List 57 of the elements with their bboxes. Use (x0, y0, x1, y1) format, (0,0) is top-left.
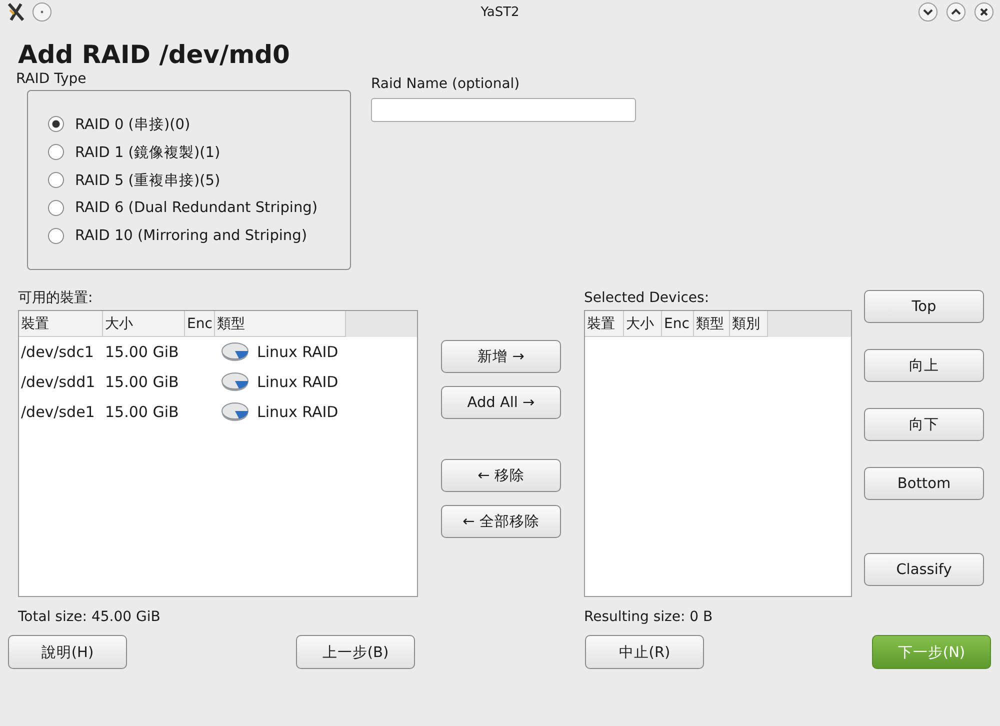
order-button[interactable]: 向上 (864, 349, 984, 382)
column-header[interactable]: Enc (662, 311, 694, 338)
move-button[interactable]: ← 移除 (441, 459, 561, 492)
radio-button[interactable] (48, 172, 64, 188)
list-label: 可用的裝置: (18, 289, 94, 308)
column-header[interactable]: 類別 (730, 311, 768, 338)
footer-button[interactable]: 中止(R) (585, 635, 704, 669)
table-cell-text: 15.00 GiB (104, 403, 180, 422)
column-header[interactable]: 大小 (103, 311, 185, 338)
table-cell: Linux RAID (257, 403, 338, 422)
table-cell-text: 15.00 GiB (104, 373, 180, 392)
radio-label[interactable]: RAID 0 (串接)(0) (75, 114, 190, 134)
radio-button[interactable] (48, 200, 64, 216)
disk-icon (221, 372, 249, 392)
footer-button[interactable]: 上一步(B) (296, 635, 415, 669)
radio-button[interactable] (48, 144, 64, 160)
column-header[interactable]: 類型 (215, 311, 346, 338)
total-size-label: Total size: 45.00 GiB (18, 608, 162, 627)
order-button[interactable]: Classify (864, 553, 984, 586)
table-cell-text: /dev/sde1 (20, 403, 96, 422)
resulting-size-label: Resulting size: 0 B (584, 608, 714, 627)
column-header[interactable]: 大小 (624, 311, 662, 338)
move-button[interactable]: ← 全部移除 (441, 505, 561, 538)
group-label: RAID Type (16, 70, 88, 88)
list-label: Selected Devices: (584, 289, 710, 308)
table-cell-text: /dev/sdd1 (20, 373, 96, 392)
raid-name-field[interactable] (371, 98, 636, 122)
table-cell-text: /dev/sdc1 (20, 343, 95, 362)
radio-button[interactable] (48, 116, 64, 132)
radio-label[interactable]: RAID 5 (重複串接)(5) (75, 170, 220, 190)
order-button[interactable]: Top (864, 290, 984, 323)
radio-button[interactable] (48, 228, 64, 244)
radio-label[interactable]: RAID 10 (Mirroring and Striping) (75, 228, 307, 244)
app-logo-icon (6, 2, 26, 22)
column-header[interactable]: 類型 (694, 311, 730, 338)
order-button[interactable]: Bottom (864, 467, 984, 500)
table-cell-text: 15.00 GiB (104, 343, 180, 362)
minimize-icon[interactable] (918, 2, 938, 22)
column-header[interactable]: 裝置 (585, 311, 624, 338)
maximize-icon[interactable] (946, 2, 966, 22)
table-cell: Linux RAID (257, 343, 338, 362)
disk-icon (221, 402, 249, 422)
move-button[interactable]: Add All → (441, 386, 561, 419)
pin-icon[interactable] (32, 2, 52, 22)
disk-icon (221, 342, 249, 362)
page-heading: Add RAID /dev/md0 (18, 40, 291, 70)
order-button[interactable]: 向下 (864, 408, 984, 441)
field-label: Raid Name (optional) (371, 75, 521, 93)
window-title: YaST2 (480, 4, 520, 20)
column-header[interactable]: Enc (185, 311, 215, 338)
radio-label[interactable]: RAID 1 (鏡像複製)(1) (75, 142, 220, 162)
close-icon[interactable] (974, 2, 994, 22)
column-header[interactable]: 裝置 (19, 311, 103, 338)
radio-label[interactable]: RAID 6 (Dual Redundant Striping) (75, 200, 318, 216)
footer-button[interactable]: 說明(H) (8, 635, 127, 669)
move-button[interactable]: 新增 → (441, 340, 561, 373)
table-cell: Linux RAID (257, 373, 338, 392)
